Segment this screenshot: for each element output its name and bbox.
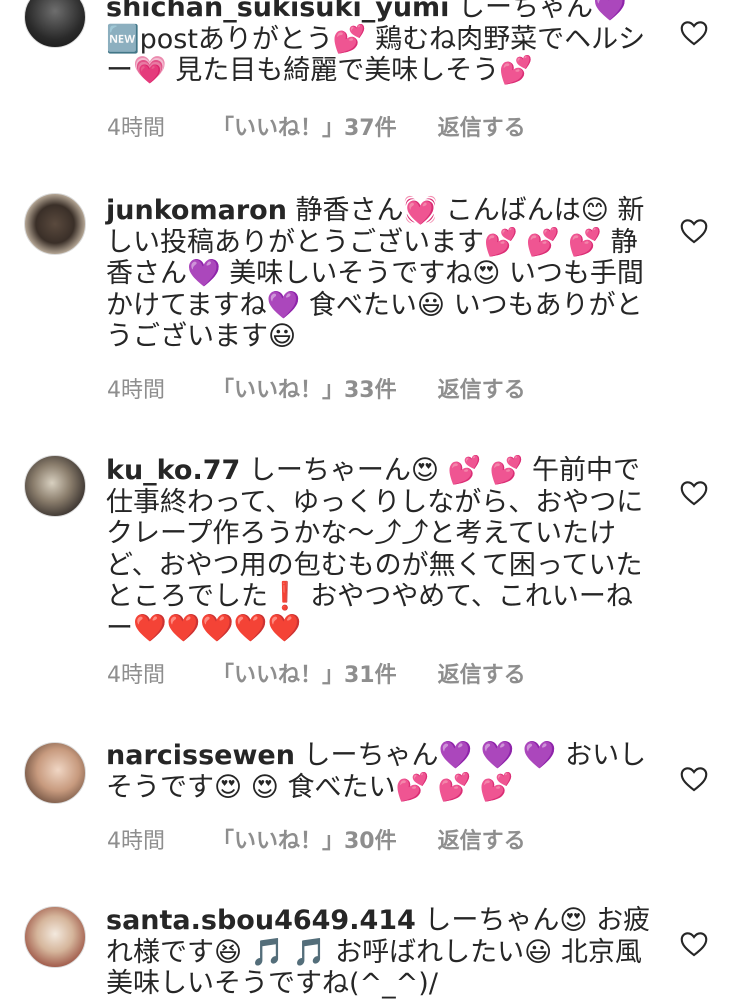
comment-time: 4時間 xyxy=(107,829,165,854)
comment-meta: 4時間 「いいね！」31件 返信する xyxy=(107,657,526,689)
comment-body: junkomaron 静香さん💓 こんばんは😊 新しい投稿ありがとうございます💕… xyxy=(106,195,651,353)
reply-button[interactable]: 返信する xyxy=(438,372,526,404)
avatar[interactable] xyxy=(24,906,86,968)
comment-username[interactable]: santa.sbou4649.414 xyxy=(106,905,416,936)
comment-body: shichan_sukisuki_yumi しーちゃん💜🆕postありがとう💕 … xyxy=(106,0,651,87)
avatar[interactable] xyxy=(24,455,86,517)
avatar[interactable] xyxy=(24,0,86,48)
avatar[interactable] xyxy=(24,193,86,255)
comment-time: 4時間 xyxy=(107,116,165,141)
comment-likes[interactable]: 「いいね！」30件 xyxy=(212,823,397,855)
comment-username[interactable]: narcissewen xyxy=(106,740,295,771)
heart-outline-icon[interactable] xyxy=(680,480,708,506)
comment-username[interactable]: junkomaron xyxy=(106,195,287,226)
avatar[interactable] xyxy=(24,742,86,804)
comment-time: 4時間 xyxy=(107,663,165,688)
comment-time: 4時間 xyxy=(107,378,165,403)
comment-meta: 4時間 「いいね！」37件 返信する xyxy=(107,110,526,142)
reply-button[interactable]: 返信する xyxy=(438,657,526,689)
comment-meta: 4時間 「いいね！」30件 返信する xyxy=(107,823,526,855)
heart-outline-icon[interactable] xyxy=(680,20,708,46)
comment-meta: 4時間 「いいね！」33件 返信する xyxy=(107,372,526,404)
comment-username[interactable]: ku_ko.77 xyxy=(106,455,240,486)
heart-outline-icon[interactable] xyxy=(680,218,708,244)
comment-body: ku_ko.77 しーちゃーん😍 💕 💕 午前中で仕事終わって、ゆっくりしながら… xyxy=(106,455,651,644)
heart-outline-icon[interactable] xyxy=(680,766,708,792)
comment-body: narcissewen しーちゃん💜 💜 💜 おいしそうです😍 😍 食べたい💕 … xyxy=(106,740,651,803)
comment-body: santa.sbou4649.414 しーちゃん😍 お疲れ様です😆 🎵 🎵 お呼… xyxy=(106,905,651,1000)
reply-button[interactable]: 返信する xyxy=(438,110,526,142)
heart-outline-icon[interactable] xyxy=(680,931,708,957)
comment-likes[interactable]: 「いいね！」37件 xyxy=(212,110,397,142)
comment-likes[interactable]: 「いいね！」31件 xyxy=(212,657,397,689)
comment-likes[interactable]: 「いいね！」33件 xyxy=(212,372,397,404)
comment-username[interactable]: shichan_sukisuki_yumi xyxy=(106,0,449,23)
reply-button[interactable]: 返信する xyxy=(438,823,526,855)
